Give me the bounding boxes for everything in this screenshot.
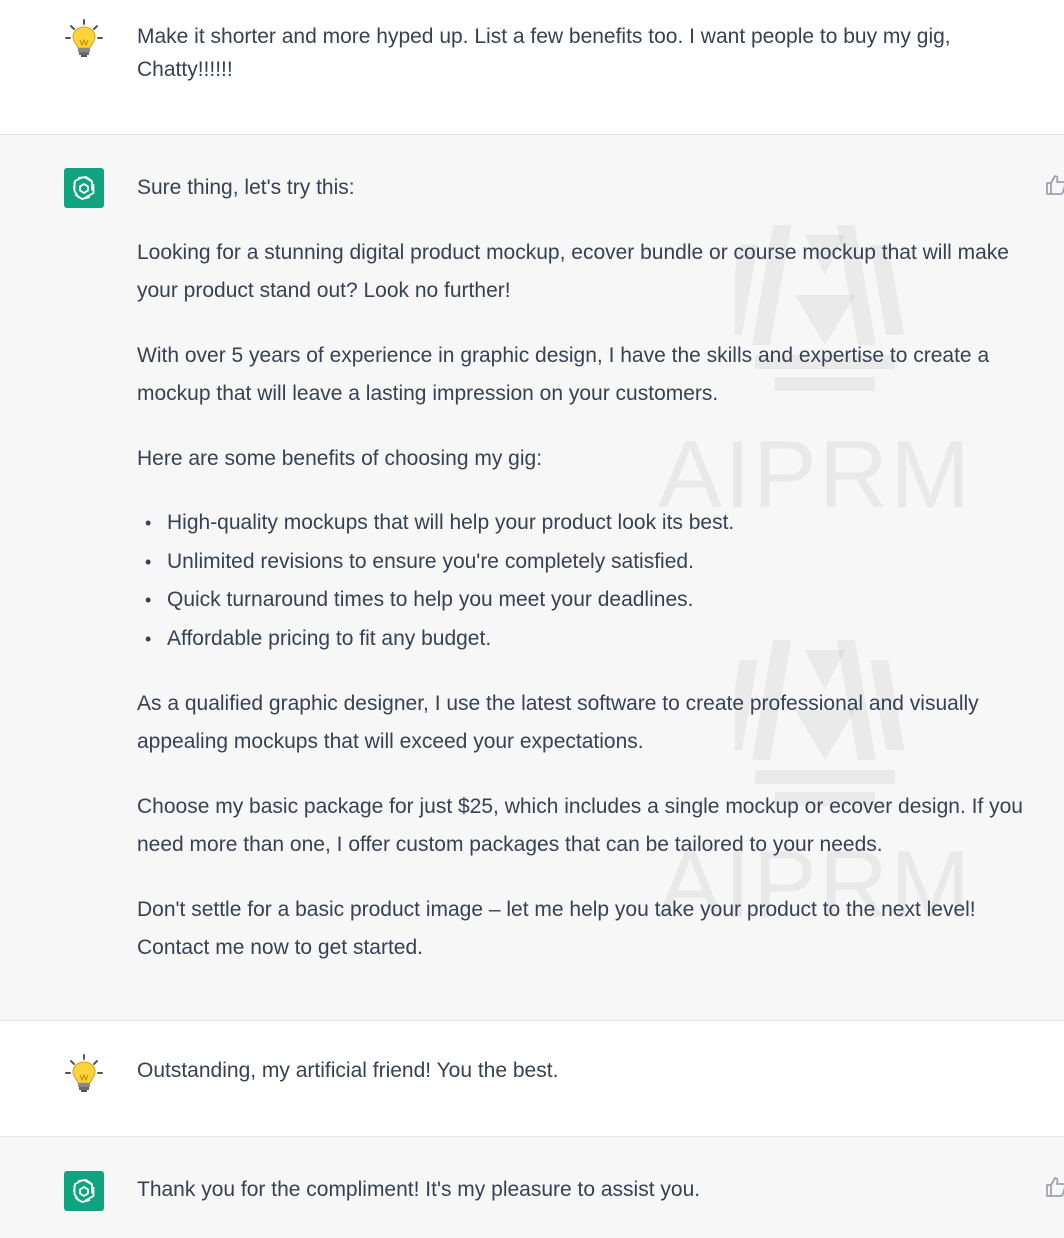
- list-item: • Unlimited revisions to ensure you're co…: [145, 543, 1027, 582]
- benefit-text: High-quality mockups that will help your…: [167, 511, 735, 534]
- chatgpt-logo-icon: [64, 168, 104, 208]
- message-text: Outstanding, my artificial friend! You t…: [137, 1052, 1027, 1090]
- bullet-icon: •: [145, 628, 152, 649]
- message-text: Make it shorter and more hyped up. List …: [137, 20, 1007, 86]
- user-message-1-text: Make it shorter and more hyped up. List …: [137, 25, 951, 81]
- paragraph: Looking for a stunning digital product m…: [137, 241, 1009, 302]
- message-user-3: Outstanding, my artificial friend! You t…: [0, 1021, 1064, 1136]
- message-assistant-2: AIPRM AIPRM Sure thing, let's try this: …: [0, 135, 1064, 1020]
- list-item: • Quick turnaround times to help you meet…: [145, 581, 1027, 620]
- bullet-icon: •: [145, 513, 152, 533]
- message-text: Thank you for the compliment! It's my pl…: [137, 1171, 1027, 1209]
- list-item: • High-quality mockups that will help you…: [145, 504, 1027, 543]
- paragraph: Don't settle for a basic product image –…: [137, 898, 976, 959]
- user-message-3-text: Outstanding, my artificial friend! You t…: [137, 1059, 559, 1082]
- thumbs-up-icon[interactable]: [1044, 173, 1064, 197]
- benefits-list: • High-quality mockups that will help you…: [137, 504, 1027, 658]
- paragraph: As a qualified graphic designer, I use t…: [137, 692, 979, 753]
- list-item: • Affordable pricing to fit any budget.: [145, 620, 1027, 659]
- chatgpt-logo-icon: [64, 1171, 104, 1211]
- message-assistant-4: Thank you for the compliment! It's my pl…: [0, 1137, 1064, 1238]
- paragraph: With over 5 years of experience in graph…: [137, 344, 990, 405]
- bullet-icon: •: [145, 551, 152, 572]
- assistant-message-2-body: Sure thing, let's try this: Looking for …: [137, 169, 1027, 967]
- benefit-text: Quick turnaround times to help you meet …: [167, 588, 694, 611]
- paragraph: Choose my basic package for just $25, wh…: [137, 795, 1023, 856]
- thumbs-up-icon[interactable]: [1044, 1175, 1064, 1199]
- paragraph: Here are some benefits of choosing my gi…: [137, 447, 543, 470]
- lightbulb-icon: [64, 1053, 104, 1093]
- assistant-message-4-text: Thank you for the compliment! It's my pl…: [137, 1178, 701, 1201]
- lightbulb-icon: [64, 18, 104, 58]
- assistant-intro: Sure thing, let's try this:: [137, 176, 355, 199]
- message-user-1: Make it shorter and more hyped up. List …: [0, 0, 1064, 134]
- benefit-text: Affordable pricing to fit any budget.: [167, 626, 492, 650]
- benefit-text: Unlimited revisions to ensure you're com…: [167, 549, 694, 573]
- bullet-icon: •: [145, 590, 152, 610]
